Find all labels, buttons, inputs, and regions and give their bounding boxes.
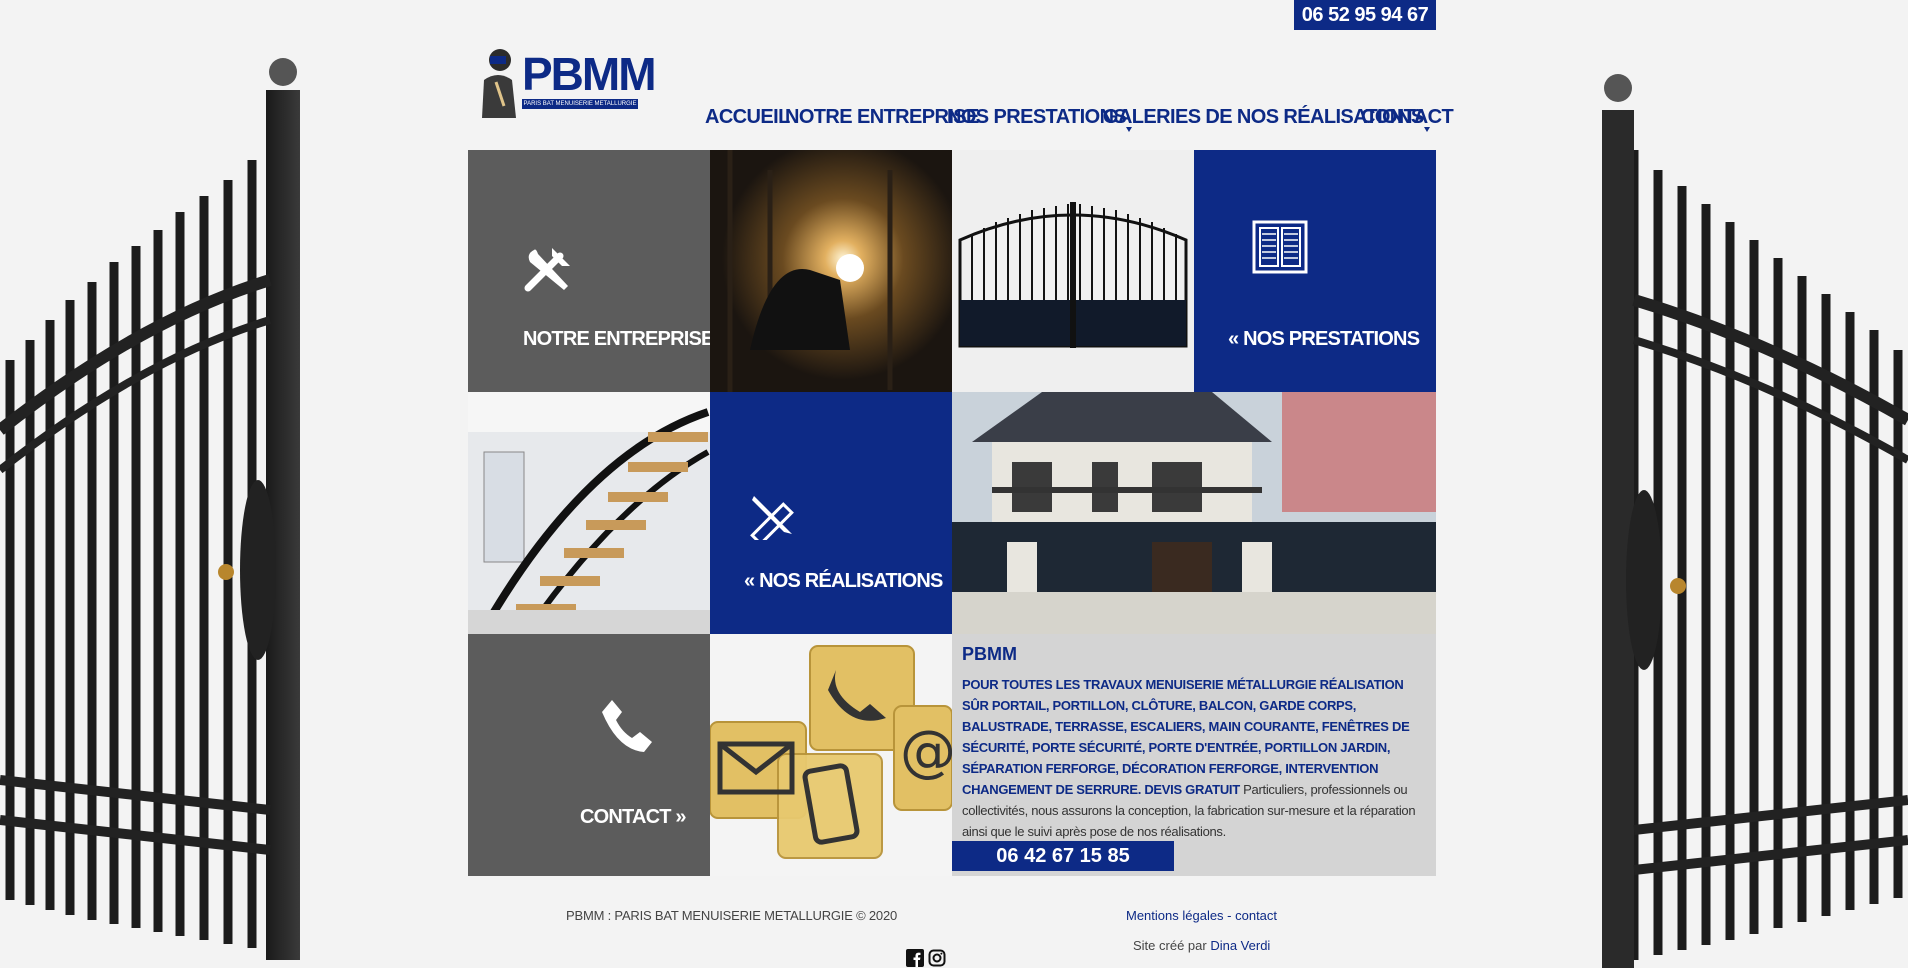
left-gate-image bbox=[0, 58, 300, 960]
gate-photo bbox=[952, 150, 1194, 392]
info-title: PBMM bbox=[962, 644, 1017, 664]
instagram-icon[interactable] bbox=[928, 949, 946, 967]
hammer-wrench-icon bbox=[524, 248, 570, 292]
footer-credit: Site créé par Dina Verdi bbox=[1133, 938, 1270, 953]
footer-credit-prefix: Site créé par bbox=[1133, 938, 1211, 953]
footer-credit-link[interactable]: Dina Verdi bbox=[1210, 938, 1270, 953]
info-description: POUR TOUTES LES TRAVAUX MENUISERIE MÉTAL… bbox=[962, 674, 1424, 842]
footer-legal-link[interactable]: Mentions légales - contact bbox=[1126, 908, 1277, 923]
house-photo bbox=[952, 392, 1436, 634]
svg-text:@: @ bbox=[900, 719, 952, 784]
tile-contact[interactable]: CONTACT » bbox=[468, 634, 710, 876]
tile-notre-entreprise[interactable]: NOTRE ENTREPRISE » bbox=[468, 150, 710, 392]
footer-copyright: PBMM : PARIS BAT MENUISERIE METALLURGIE … bbox=[566, 908, 898, 923]
nav-item-nos-prestations[interactable]: NOS PRESTATIONS bbox=[947, 100, 1133, 134]
logo-text: PBMM bbox=[522, 48, 657, 100]
company-info-panel: PBMM POUR TOUTES LES TRAVAUX MENUISERIE … bbox=[952, 634, 1436, 876]
tile-nos-prestations[interactable]: « NOS PRESTATIONS bbox=[1194, 150, 1436, 392]
main-navigation: ACCUEIL NOTRE ENTREPRISE NOS PRESTATIONS… bbox=[0, 100, 1908, 134]
info-phone-number[interactable]: 06 42 67 15 85 bbox=[952, 841, 1174, 871]
social-links bbox=[906, 949, 946, 967]
right-gate-image bbox=[1602, 74, 1908, 968]
tile-label: « NOS RÉALISATIONS bbox=[744, 570, 943, 592]
facebook-icon[interactable] bbox=[906, 949, 924, 967]
tile-label: « NOS PRESTATIONS bbox=[1228, 328, 1420, 350]
tile-label: NOTRE ENTREPRISE » bbox=[523, 328, 710, 350]
tile-nos-realisations[interactable]: « NOS RÉALISATIONS bbox=[710, 392, 952, 634]
tile-label: CONTACT » bbox=[580, 806, 687, 828]
staircase-photo bbox=[468, 392, 710, 634]
info-services-text: POUR TOUTES LES TRAVAUX MENUISERIE MÉTAL… bbox=[962, 677, 1410, 797]
welding-photo bbox=[710, 150, 952, 392]
nav-item-contact[interactable]: CONTACT bbox=[1361, 100, 1454, 134]
pencil-ruler-icon bbox=[750, 496, 794, 540]
window-shutter-icon bbox=[1252, 220, 1308, 274]
header-phone-number[interactable]: 06 52 95 94 67 bbox=[1294, 0, 1436, 30]
nav-item-accueil[interactable]: ACCUEIL bbox=[705, 100, 790, 134]
nav-item-label: NOS PRESTATIONS bbox=[947, 106, 1127, 128]
contact-icons-photo: @ bbox=[710, 634, 952, 876]
phone-icon bbox=[602, 700, 652, 752]
